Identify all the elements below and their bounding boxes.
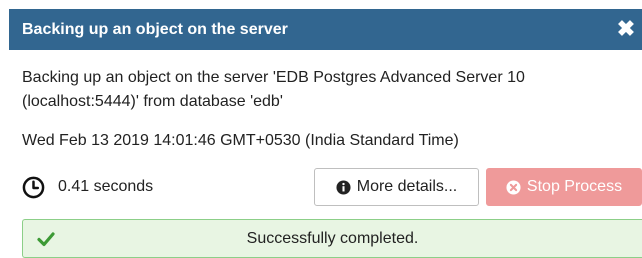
stop-process-label: Stop Process — [526, 178, 623, 195]
process-description: Backing up an object on the server 'EDB … — [22, 69, 525, 110]
elapsed-time-row: 0.41 seconds — [22, 172, 153, 202]
dialog-titlebar: Backing up an object on the server ✖ — [9, 9, 642, 50]
info-circle-icon — [336, 179, 351, 195]
backup-process-dialog: Backing up an object on the server ✖ Bac… — [0, 0, 642, 258]
close-icon[interactable]: ✖ — [616, 18, 636, 40]
stop-process-button[interactable]: Stop Process — [486, 168, 642, 206]
clock-icon — [22, 176, 45, 199]
elapsed-time: 0.41 seconds — [58, 178, 154, 195]
status-text: Successfully completed. — [246, 229, 419, 247]
process-start-time: Wed Feb 13 2019 14:01:46 GMT+0530 (India… — [22, 132, 459, 149]
times-circle-icon — [506, 179, 521, 195]
dialog-title: Backing up an object on the server — [22, 20, 288, 38]
more-details-label: More details... — [356, 178, 458, 195]
more-details-button[interactable]: More details... — [314, 168, 479, 206]
status-banner: Successfully completed. — [22, 219, 642, 258]
